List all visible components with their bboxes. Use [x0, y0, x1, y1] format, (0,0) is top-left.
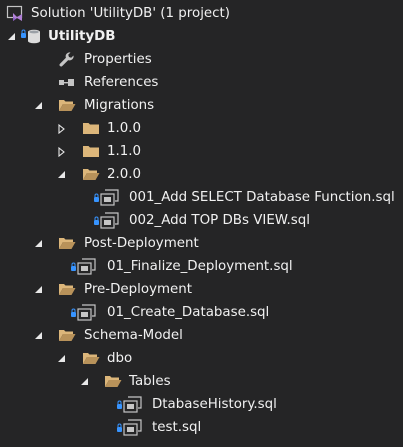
create-database-label: 01_Create_Database.sql: [107, 305, 270, 320]
locked-sql-file-icon: [93, 189, 123, 206]
solution-explorer-tree: Solution 'UtilityDB' (1 project) Utility…: [0, 2, 403, 439]
tree-row-tables[interactable]: Tables: [0, 370, 403, 393]
migrations-label: Migrations: [84, 98, 155, 113]
tree-row-references[interactable]: References: [0, 71, 403, 94]
expanded-chevron-icon[interactable]: [32, 324, 44, 347]
visual-studio-solution-icon: [6, 5, 23, 22]
locked-sql-file-icon: [93, 212, 123, 229]
tables-label: Tables: [129, 374, 171, 389]
expanded-chevron-icon[interactable]: [55, 347, 67, 370]
open-folder-icon: [82, 350, 100, 367]
tree-row-migrations[interactable]: Migrations: [0, 94, 403, 117]
tree-row-solution[interactable]: Solution 'UtilityDB' (1 project): [0, 2, 403, 25]
open-folder-icon: [58, 235, 76, 252]
post-deployment-label: Post-Deployment: [84, 236, 199, 251]
properties-label: Properties: [84, 52, 152, 67]
tree-row-create-database[interactable]: 01_Create_Database.sql: [0, 301, 403, 324]
database-project-icon: [20, 28, 40, 45]
version-1-1-0-label: 1.1.0: [107, 144, 142, 159]
solution-label: Solution 'UtilityDB' (1 project): [31, 6, 231, 21]
schema-model-label: Schema-Model: [84, 328, 183, 343]
dbo-label: dbo: [107, 351, 133, 366]
tree-row-version-2-0-0[interactable]: 2.0.0: [0, 163, 403, 186]
expanded-chevron-icon[interactable]: [32, 278, 44, 301]
tree-row-schema-model[interactable]: Schema-Model: [0, 324, 403, 347]
tree-row-version-1-1-0[interactable]: 1.1.0: [0, 140, 403, 163]
tree-row-file-002[interactable]: 002_Add TOP DBs VIEW.sql: [0, 209, 403, 232]
expanded-chevron-icon[interactable]: [55, 163, 67, 186]
open-folder-icon: [104, 373, 122, 390]
database-history-label: DtabaseHistory.sql: [152, 397, 277, 412]
open-folder-icon: [58, 281, 76, 298]
file-002-label: 002_Add TOP DBs VIEW.sql: [129, 213, 310, 228]
tree-row-dbo[interactable]: dbo: [0, 347, 403, 370]
locked-sql-file-icon: [116, 396, 146, 413]
tree-row-finalize-deployment[interactable]: 01_Finalize_Deployment.sql: [0, 255, 403, 278]
open-folder-icon: [58, 97, 76, 114]
wrench-icon: [58, 51, 75, 68]
references-icon: [58, 74, 75, 91]
open-folder-icon: [58, 327, 76, 344]
collapsed-chevron-icon[interactable]: [55, 140, 67, 163]
pre-deployment-label: Pre-Deployment: [84, 282, 193, 297]
expanded-chevron-icon[interactable]: [32, 232, 44, 255]
expanded-chevron-icon[interactable]: [5, 25, 17, 48]
file-001-label: 001_Add SELECT Database Function.sql: [129, 190, 395, 205]
tree-row-project[interactable]: UtilityDB: [0, 25, 403, 48]
tree-row-file-001[interactable]: 001_Add SELECT Database Function.sql: [0, 186, 403, 209]
folder-icon: [82, 143, 99, 160]
version-2-0-0-label: 2.0.0: [107, 167, 142, 182]
expanded-chevron-icon[interactable]: [32, 94, 44, 117]
locked-sql-file-icon: [70, 304, 100, 321]
locked-sql-file-icon: [70, 258, 100, 275]
tree-row-post-deployment[interactable]: Post-Deployment: [0, 232, 403, 255]
references-label: References: [84, 75, 159, 90]
tree-row-database-history[interactable]: DtabaseHistory.sql: [0, 393, 403, 416]
tree-row-properties[interactable]: Properties: [0, 48, 403, 71]
collapsed-chevron-icon[interactable]: [55, 117, 67, 140]
tree-row-pre-deployment[interactable]: Pre-Deployment: [0, 278, 403, 301]
test-label: test.sql: [152, 420, 202, 435]
tree-row-test[interactable]: test.sql: [0, 416, 403, 439]
tree-row-version-1-0-0[interactable]: 1.0.0: [0, 117, 403, 140]
expanded-chevron-icon[interactable]: [78, 370, 90, 393]
project-label: UtilityDB: [48, 29, 116, 44]
open-folder-icon: [82, 166, 100, 183]
folder-icon: [82, 120, 99, 137]
version-1-0-0-label: 1.0.0: [107, 121, 142, 136]
finalize-deployment-label: 01_Finalize_Deployment.sql: [107, 259, 293, 274]
locked-sql-file-icon: [116, 419, 146, 436]
